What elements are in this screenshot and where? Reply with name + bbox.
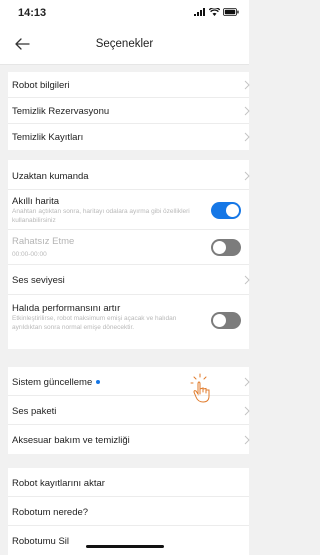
row-label: Temizlik Kayıtları	[12, 132, 84, 143]
settings-row-smart-map: Akıllı harita Anahtarı açtıktan sonra, h…	[8, 190, 249, 230]
row-label: Robot bilgileri	[12, 80, 70, 91]
status-time: 14:13	[18, 7, 47, 19]
row-label: Rahatsız Etme	[12, 236, 75, 247]
row-label: Aksesuar bakım ve temizliği	[12, 435, 130, 446]
chevron-right-icon	[244, 132, 250, 142]
update-badge-dot	[96, 380, 101, 385]
row-description: 00:00-00:00	[12, 251, 47, 258]
settings-row-export-logs[interactable]: Robot kayıtlarını aktar	[8, 468, 249, 497]
status-bar: 14:13	[0, 0, 249, 26]
settings-row-delete-robot[interactable]: Robotumu Sil	[8, 526, 249, 555]
row-label: Sistem güncelleme	[12, 377, 101, 388]
row-label: Uzaktan kumanda	[12, 171, 89, 182]
do-not-disturb-toggle[interactable]	[211, 239, 241, 256]
chevron-right-icon	[244, 275, 250, 285]
toggle-knob	[226, 204, 239, 217]
row-label: Temizlik Rezervasyonu	[12, 106, 110, 117]
settings-group-device: Robot kayıtlarını aktar Robotum nerede? …	[8, 468, 249, 555]
row-label: Akıllı harita	[12, 196, 59, 207]
settings-row-remote-control[interactable]: Uzaktan kumanda	[8, 160, 250, 190]
settings-row-volume[interactable]: Ses seviyesi	[8, 265, 250, 295]
settings-row-carpet-boost: Halıda performansını artır Etkinleştiril…	[8, 295, 249, 349]
row-label: Robotumu Sil	[12, 536, 70, 547]
battery-icon	[223, 8, 239, 16]
settings-row-robot-info[interactable]: Robot bilgileri	[8, 72, 250, 98]
settings-row-accessory-care[interactable]: Aksesuar bakım ve temizliği	[8, 425, 250, 454]
chevron-right-icon	[244, 80, 250, 90]
row-label: Robotum nerede?	[12, 507, 89, 518]
chevron-right-icon	[244, 435, 250, 445]
home-indicator	[86, 545, 164, 548]
screen: 14:13 Seçenekler Robot bilgileri Temizli…	[0, 0, 250, 555]
toggle-knob	[213, 241, 226, 254]
settings-group-robot: Robot bilgileri Temizlik Rezervasyonu Te…	[8, 72, 250, 150]
row-description: Etkinleştirilirse, robot maksimum emişi …	[12, 315, 177, 331]
system-update-label: Sistem güncelleme	[12, 377, 93, 388]
chevron-right-icon	[244, 171, 250, 181]
signal-icon	[194, 8, 205, 16]
settings-row-cleaning-schedule[interactable]: Temizlik Rezervasyonu	[8, 98, 250, 124]
chevron-right-icon	[244, 406, 250, 416]
page-title: Seçenekler	[95, 38, 154, 50]
status-icons	[194, 8, 239, 16]
row-label: Ses paketi	[12, 406, 57, 417]
smart-map-toggle[interactable]	[211, 202, 241, 219]
settings-group-controls: Uzaktan kumanda Akıllı harita Anahtarı a…	[8, 160, 250, 349]
tap-hand-icon	[190, 373, 210, 403]
settings-row-do-not-disturb: Rahatsız Etme 00:00-00:00	[8, 230, 249, 265]
carpet-boost-toggle[interactable]	[211, 312, 241, 329]
chevron-right-icon	[244, 377, 250, 387]
row-label: Halıda performansını artır	[12, 303, 121, 314]
header-bar: Seçenekler	[0, 26, 249, 65]
row-description: Anahtarı açtıktan sonra, haritayı odalar…	[12, 208, 190, 224]
wifi-icon	[209, 8, 220, 16]
toggle-knob	[213, 314, 226, 327]
settings-row-find-robot[interactable]: Robotum nerede?	[8, 497, 249, 526]
chevron-right-icon	[244, 106, 250, 116]
settings-row-cleaning-records[interactable]: Temizlik Kayıtları	[8, 124, 250, 150]
row-label: Robot kayıtlarını aktar	[12, 478, 105, 489]
row-label: Ses seviyesi	[12, 275, 65, 286]
